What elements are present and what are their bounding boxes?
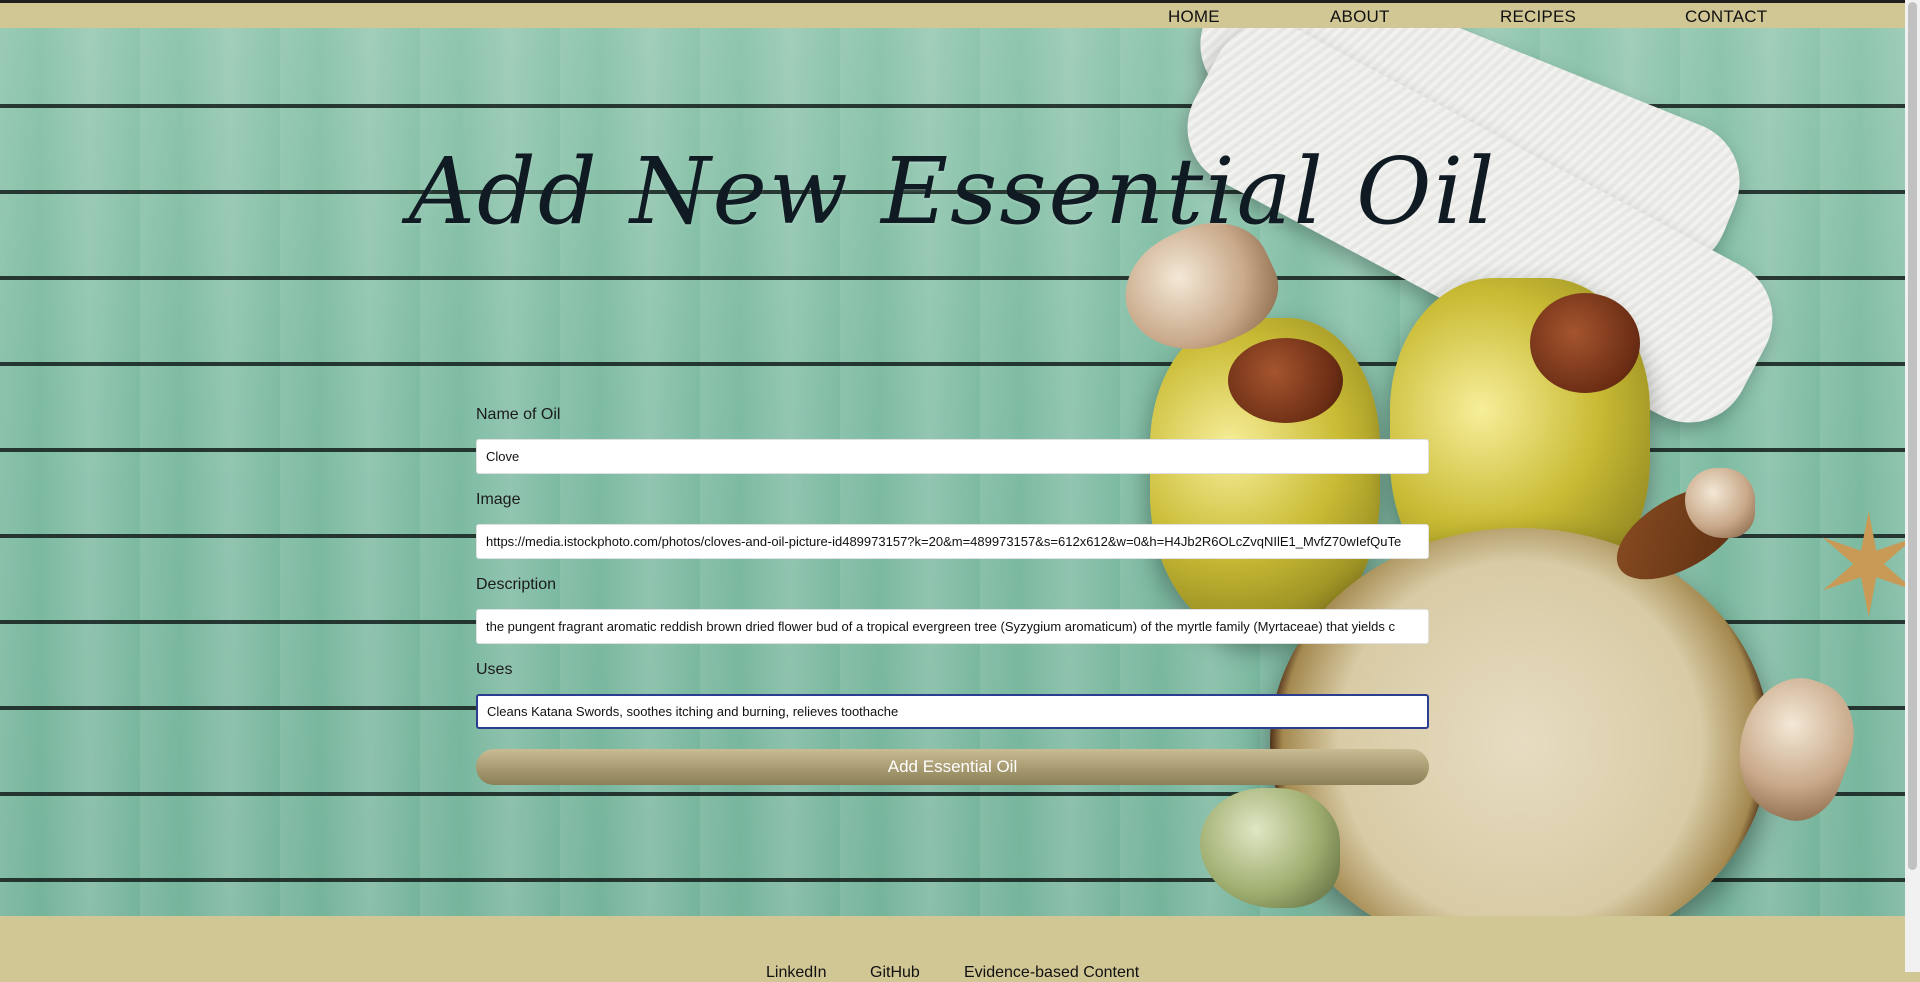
nav-about-link[interactable]: ABOUT [1330, 7, 1390, 27]
description-input[interactable]: the pungent fragrant aromatic reddish br… [476, 609, 1429, 644]
image-label: Image [476, 491, 521, 508]
scrollbar-thumb[interactable] [1908, 2, 1917, 870]
cork-right [1530, 293, 1640, 393]
footer-github-link[interactable]: GitHub [870, 964, 920, 982]
oil-name-input[interactable]: Clove [476, 439, 1429, 474]
nav-recipes-link[interactable]: RECIPES [1500, 7, 1576, 27]
hero-background-image: ✶ Add New Essential Oil Name of Oil Clov… [0, 28, 1905, 916]
footer-linkedin-link[interactable]: LinkedIn [766, 964, 827, 982]
seashell-green [1200, 788, 1340, 908]
top-nav-bar: HOME ABOUT RECIPES CONTACT [0, 0, 1905, 28]
description-label: Description [476, 576, 557, 593]
add-essential-oil-button[interactable]: Add Essential Oil [476, 749, 1429, 785]
uses-input[interactable]: Cleans Katana Swords, soothes itching an… [476, 694, 1429, 729]
uses-label: Uses [476, 661, 513, 678]
add-oil-form: Name of Oil Clove Image https://media.is… [476, 404, 1429, 785]
footer-evidence-link[interactable]: Evidence-based Content [964, 964, 1139, 982]
starfish: ✶ [1810, 486, 1905, 649]
name-label: Name of Oil [476, 406, 561, 423]
page-scrollbar[interactable] [1905, 0, 1920, 972]
nav-home-link[interactable]: HOME [1168, 7, 1220, 27]
nav-contact-link[interactable]: CONTACT [1685, 7, 1767, 27]
page-title: Add New Essential Oil [408, 138, 1497, 245]
image-url-input[interactable]: https://media.istockphoto.com/photos/clo… [476, 524, 1429, 559]
